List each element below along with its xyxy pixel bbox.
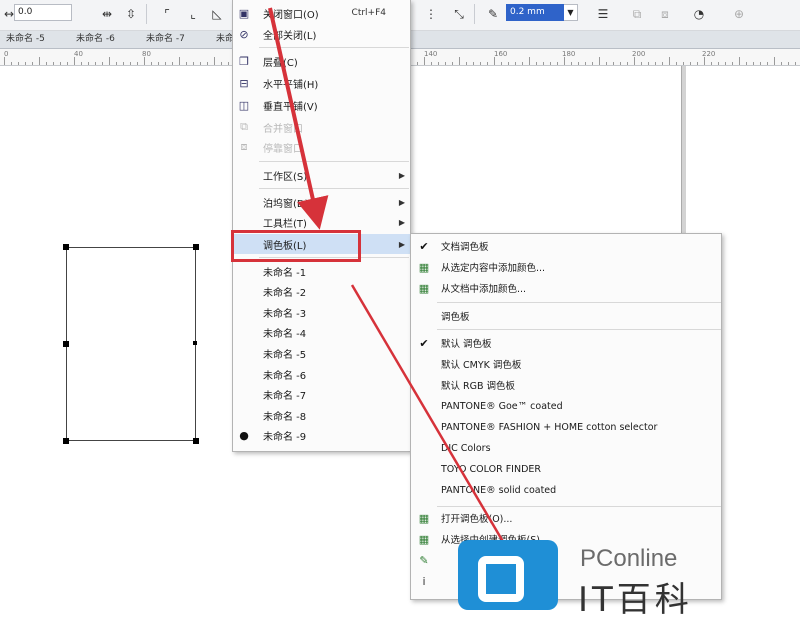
- arrow-to-open-palette: [350, 284, 507, 546]
- watermark-tagline: IT百科: [578, 580, 693, 620]
- annotation-arrows: [268, 7, 507, 546]
- watermark-brand: PConline: [580, 545, 678, 572]
- arrow-to-palettes: [268, 7, 329, 230]
- pconline-logo-mark: [478, 556, 524, 602]
